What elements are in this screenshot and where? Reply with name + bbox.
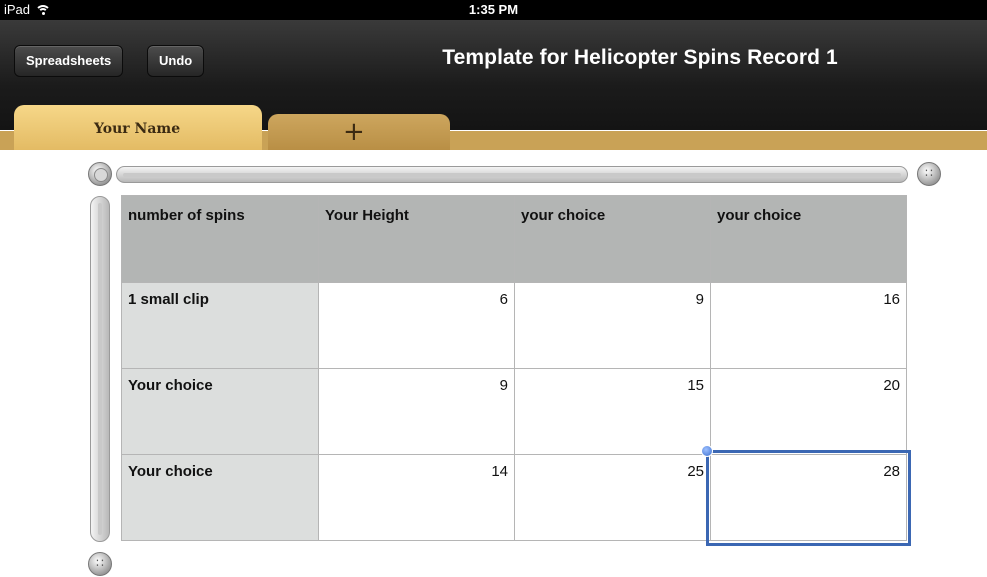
table-cell[interactable]: 16: [710, 282, 907, 369]
spreadsheet-table: number of spins Your Height your choice …: [121, 195, 907, 541]
table-row: Your choice 9 15 20: [121, 368, 907, 455]
add-sheet-tab[interactable]: +: [268, 114, 450, 150]
plus-icon: +: [343, 117, 365, 147]
table-cell[interactable]: 6: [318, 282, 515, 369]
header-cell[interactable]: number of spins: [121, 195, 319, 283]
spreadsheets-button[interactable]: Spreadsheets: [14, 45, 124, 77]
selection-drag-handle[interactable]: [701, 445, 713, 457]
table-row: Your choice 14 25 28: [121, 454, 907, 541]
row-header-cell[interactable]: 1 small clip: [121, 282, 319, 369]
header-cell[interactable]: Your Height: [318, 195, 515, 283]
row-scroll-bar[interactable]: [90, 196, 110, 542]
header-cell[interactable]: your choice: [514, 195, 711, 283]
tab-label: Your Name: [94, 121, 181, 137]
selected-cell[interactable]: 28: [710, 454, 907, 541]
table-cell[interactable]: 14: [318, 454, 515, 541]
column-grip-icon[interactable]: [917, 162, 941, 186]
table-cell[interactable]: 9: [318, 368, 515, 455]
header-cell[interactable]: your choice: [710, 195, 907, 283]
table-cell[interactable]: 15: [514, 368, 711, 455]
table-cell[interactable]: 20: [710, 368, 907, 455]
undo-button[interactable]: Undo: [147, 45, 205, 77]
row-header-cell[interactable]: Your choice: [121, 368, 319, 455]
table-cell[interactable]: 9: [514, 282, 711, 369]
status-time: 1:35 PM: [468, 2, 519, 17]
table-select-handle[interactable]: [88, 162, 112, 186]
table-row: 1 small clip 6 9 16: [121, 282, 907, 369]
header-row: number of spins Your Height your choice …: [121, 195, 907, 283]
row-header-cell[interactable]: Your choice: [121, 454, 319, 541]
toolbar: Spreadsheets Undo Template for Helicopte…: [0, 20, 987, 150]
tab-your-name[interactable]: Your Name: [14, 105, 262, 150]
row-grip-icon[interactable]: [88, 552, 112, 576]
document-title: Template for Helicopter Spins Record 1: [442, 46, 838, 69]
status-bar: iPad 1:35 PM: [0, 0, 987, 20]
column-scroll-bar[interactable]: [116, 166, 908, 183]
table-cell[interactable]: 25: [514, 454, 711, 541]
